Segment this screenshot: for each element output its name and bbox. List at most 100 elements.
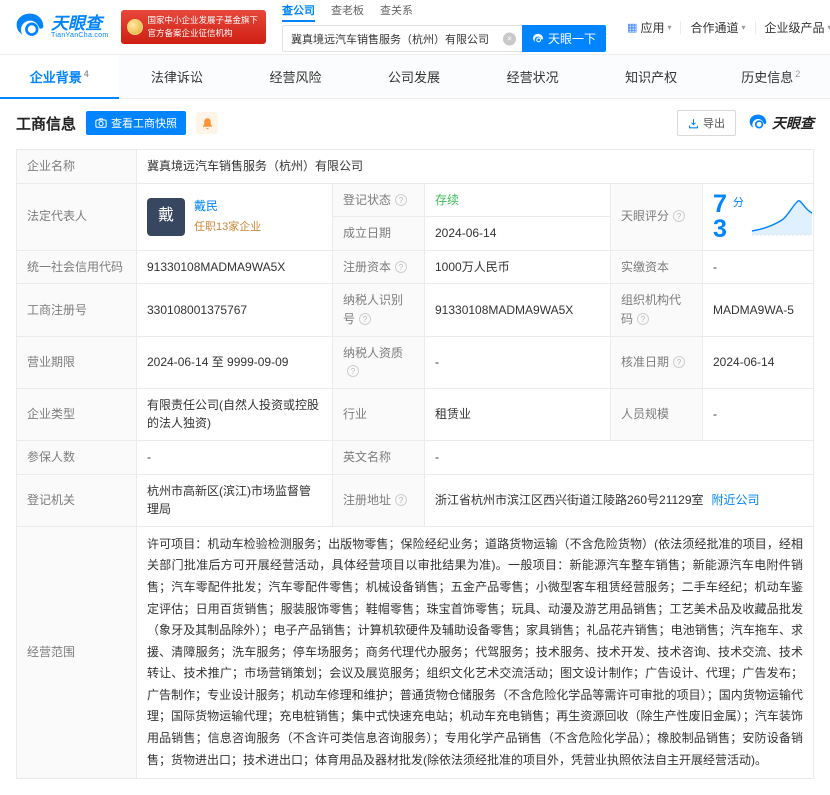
export-button-label: 导出 xyxy=(703,118,725,130)
tab-label: 企业背景 xyxy=(29,70,82,85)
gov-certification-badge: 国家中小企业发展子基金旗下 官方备案企业征信机构 xyxy=(120,10,267,44)
snapshot-button[interactable]: 查看工商快照 xyxy=(86,111,187,135)
legal-rep-link[interactable]: 戴民 xyxy=(194,199,218,213)
alarm-bell-icon xyxy=(202,117,212,129)
legal-rep-companies-link[interactable]: 任职13家企业 xyxy=(194,219,261,236)
help-icon[interactable]: ? xyxy=(395,193,408,206)
section-header-right: 导出 天眼查 xyxy=(677,110,814,136)
industry-label: 行业 xyxy=(332,387,425,441)
nav-apps[interactable]: ▦ 应用 ▾ xyxy=(618,19,680,36)
label-text: 纳税人识别号 xyxy=(343,293,404,326)
taxpayer-id-value: 91330108MADMA9WA5X xyxy=(424,283,611,337)
nav-partner-label: 合作通道 xyxy=(690,20,739,35)
gov-seal-icon xyxy=(126,19,143,35)
insured-label: 参保人数 xyxy=(16,439,137,475)
tab-label: 经营状况 xyxy=(506,70,559,85)
tab-label: 法律诉讼 xyxy=(150,70,203,85)
tab-count: 2 xyxy=(795,68,801,79)
nearby-companies-link[interactable]: 附近公司 xyxy=(712,493,760,507)
score-label: 天眼评分? xyxy=(610,182,703,251)
help-icon[interactable]: ? xyxy=(395,260,408,273)
approval-date-label: 核准日期? xyxy=(610,335,703,389)
english-name-value: - xyxy=(424,439,814,475)
search-button-label: 天眼一下 xyxy=(548,32,597,46)
tab-intellectual-property[interactable]: 知识产权 xyxy=(593,55,712,98)
table-row: 法定代表人 戴 戴民 任职13家企业 登记状态? 存续 天眼评分? 73 分 xyxy=(16,182,814,251)
reg-number-value: 330108001375767 xyxy=(136,283,333,337)
company-tabs: 企业背景 4 法律诉讼 经营风险 公司发展 经营状况 知识产权 历史信息 2 xyxy=(0,54,830,99)
tab-operation-risk[interactable]: 经营风险 xyxy=(237,55,356,98)
search-button[interactable]: 天眼一下 xyxy=(522,25,607,52)
reg-address-value: 浙江省杭州市滨江区西兴街道江陵路260号21129室 xyxy=(435,492,704,507)
reg-status-label: 登记状态? xyxy=(332,182,425,218)
reg-status-value: 存续 xyxy=(424,182,611,218)
tab-company-background[interactable]: 企业背景 4 xyxy=(0,55,119,99)
top-bar: 天眼查 TianYanCha.com 国家中小企业发展子基金旗下 官方备案企业征… xyxy=(0,0,830,54)
tianyancha-logo[interactable]: 天眼查 TianYanCha.com xyxy=(14,11,109,43)
top-nav: ▦ 应用 ▾ 合作通道 ▾ 企业级产品 ▾ ◆ 开通会员 ▾ 费米 ▾ xyxy=(618,19,830,36)
business-term-label: 营业期限 xyxy=(16,335,137,389)
clear-icon[interactable]: × xyxy=(503,32,517,45)
score-trend-chart xyxy=(751,199,813,236)
tab-legal-proceedings[interactable]: 法律诉讼 xyxy=(119,55,238,98)
search-tabs: 查公司 查老板 查关系 xyxy=(282,2,606,22)
snapshot-button-label: 查看工商快照 xyxy=(111,118,178,130)
tab-label: 历史信息 xyxy=(741,70,794,85)
apps-grid-icon: ▦ xyxy=(627,21,638,34)
nav-partner[interactable]: 合作通道 ▾ xyxy=(681,19,754,36)
search-tab-boss[interactable]: 查老板 xyxy=(331,2,364,22)
table-row: 工商注册号 330108001375767 纳税人识别号? 91330108MA… xyxy=(16,283,814,337)
reg-capital-value: 1000万人民币 xyxy=(424,249,611,285)
help-icon[interactable]: ? xyxy=(673,210,686,223)
table-row: 登记机关 杭州市高新区(滨江)市场监督管理局 注册地址? 浙江省杭州市滨江区西兴… xyxy=(16,473,814,527)
table-row: 参保人数 - 英文名称 - xyxy=(16,439,814,475)
taxpayer-id-label: 纳税人识别号? xyxy=(332,283,425,337)
label-text: 登记状态 xyxy=(343,192,392,207)
label-text: 注册资本 xyxy=(343,259,392,274)
paid-capital-value: - xyxy=(702,249,814,285)
tab-operation-status[interactable]: 经营状况 xyxy=(474,55,593,98)
paid-capital-label: 实缴资本 xyxy=(610,249,703,285)
tianyancha-logo-icon xyxy=(16,13,44,36)
watermark-brand-name: 天眼查 xyxy=(772,115,814,131)
uscc-value: 91330108MADMA9WA5X xyxy=(136,249,333,285)
tab-label: 经营风险 xyxy=(269,70,322,85)
search-tab-relation[interactable]: 查关系 xyxy=(380,2,413,22)
industry-value: 租赁业 xyxy=(424,387,611,441)
monitor-alert-button[interactable] xyxy=(196,112,219,134)
nav-enterprise[interactable]: 企业级产品 ▾ xyxy=(756,19,830,36)
search-area: 查公司 查老板 查关系 × 天眼一下 xyxy=(282,2,607,52)
help-icon[interactable]: ? xyxy=(347,365,359,378)
business-term-value: 2024-06-14 至 9999-09-09 xyxy=(136,335,333,389)
tab-company-development[interactable]: 公司发展 xyxy=(356,55,475,98)
search-input[interactable] xyxy=(282,25,523,52)
tianyancha-watermark-icon xyxy=(749,114,767,129)
tab-history-info[interactable]: 历史信息 2 xyxy=(711,55,830,98)
table-row: 统一社会信用代码 91330108MADMA9WA5X 注册资本? 1000万人… xyxy=(16,249,814,285)
help-icon[interactable]: ? xyxy=(395,493,408,506)
nav-enterprise-label: 企业级产品 xyxy=(764,20,825,35)
org-code-label: 组织机构代码? xyxy=(610,283,703,337)
table-row: 营业期限 2024-06-14 至 9999-09-09 纳税人资质? - 核准… xyxy=(16,335,814,389)
brand-domain: TianYanCha.com xyxy=(51,32,109,39)
insured-value: - xyxy=(136,439,333,475)
export-button[interactable]: 导出 xyxy=(677,110,736,136)
search-row: × 天眼一下 xyxy=(282,25,607,52)
tianyancha-logo-text: 天眼查 TianYanCha.com xyxy=(51,15,109,39)
search-tab-company[interactable]: 查公司 xyxy=(282,2,316,22)
status-badge: 存续 xyxy=(435,192,460,207)
avatar[interactable]: 戴 xyxy=(147,197,185,236)
staff-size-label: 人员规模 xyxy=(610,387,703,441)
reg-authority-label: 登记机关 xyxy=(16,473,137,527)
score-cell: 73 分 xyxy=(702,182,814,251)
reg-capital-label: 注册资本? xyxy=(332,249,425,285)
tab-label: 知识产权 xyxy=(625,70,678,85)
label-text: 组织机构代码 xyxy=(621,293,682,326)
help-icon[interactable]: ? xyxy=(359,312,372,325)
section-header: 工商信息 查看工商快照 导出 天眼查 xyxy=(0,99,830,147)
business-scope-label: 经营范围 xyxy=(16,525,137,780)
help-icon[interactable]: ? xyxy=(637,312,650,325)
label-text: 纳税人资质 xyxy=(343,345,404,360)
establish-date-value: 2024-06-14 xyxy=(424,216,611,251)
help-icon[interactable]: ? xyxy=(673,355,686,368)
